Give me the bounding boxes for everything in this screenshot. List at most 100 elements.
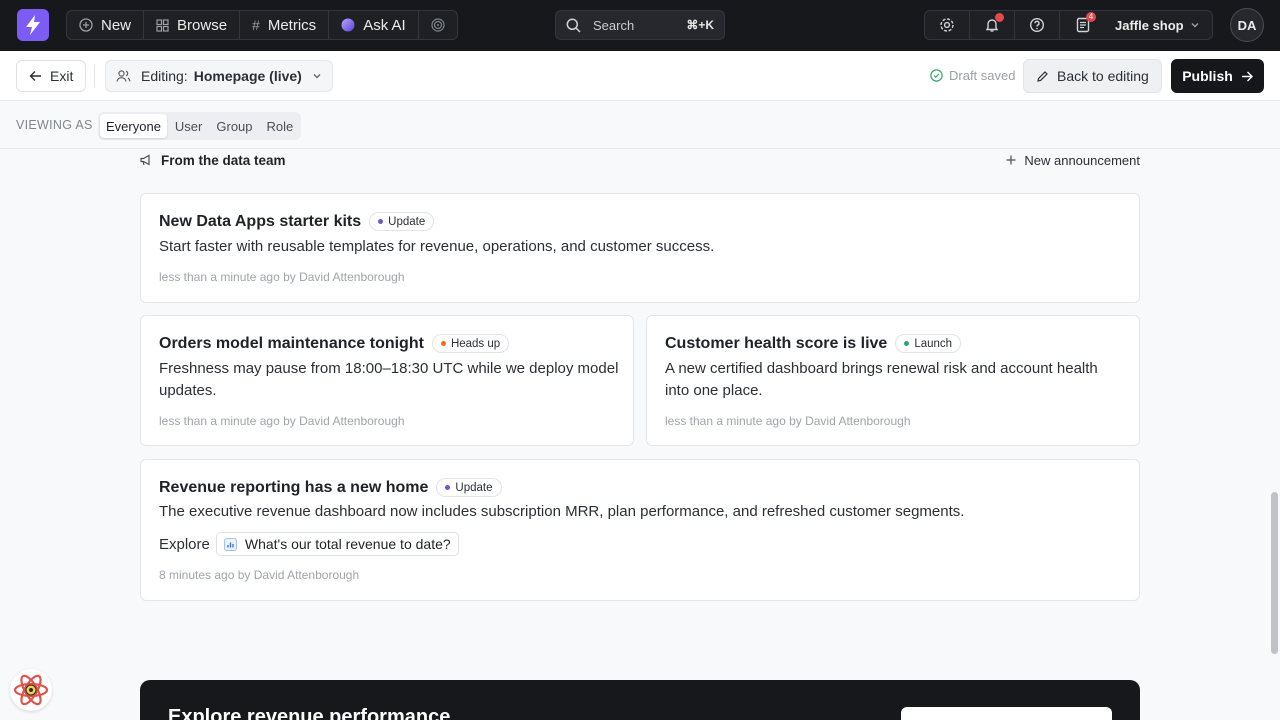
new-label: New	[101, 16, 132, 34]
announcement-card[interactable]: Revenue reporting has a new home Update …	[140, 459, 1140, 601]
viewing-option-role[interactable]: Role	[261, 114, 300, 138]
viewing-as-bar: VIEWING AS Everyone User Group Role	[0, 101, 1280, 149]
announcement-body: Freshness may pause from 18:00–18:30 UTC…	[159, 360, 619, 399]
announcement-tag: Update	[369, 212, 435, 231]
announcement-meta: 8 minutes ago by David Attenborough	[159, 568, 360, 582]
browse-button[interactable]: Browse	[144, 11, 241, 39]
announcement-tag: Launch	[895, 334, 962, 353]
notifications-button[interactable]	[970, 11, 1015, 39]
new-button[interactable]: New	[67, 11, 145, 39]
check-circle-icon	[930, 69, 943, 82]
announcement-header: Orders model maintenance tonight Heads u…	[159, 334, 510, 353]
tag-dot	[440, 341, 446, 346]
react-logo-icon	[12, 671, 50, 709]
explore-banner: Explore revenue performance	[140, 680, 1140, 720]
pencil-icon	[1036, 70, 1049, 83]
plus-circle-icon	[79, 18, 93, 32]
target-icon	[431, 18, 445, 32]
ask-ai-label: Ask AI	[363, 16, 406, 34]
announcements-header: From the data team New announcement	[140, 150, 1140, 170]
avatar[interactable]: DA	[1230, 8, 1264, 42]
search-label: Search	[593, 17, 635, 33]
edit-toolbar: Exit Editing: Homepage (live) Draft save…	[0, 51, 1280, 101]
viewing-option-group[interactable]: Group	[210, 114, 258, 138]
metrics-button[interactable]: # Metrics	[240, 11, 330, 39]
tag-label: Update	[388, 215, 426, 228]
publish-button[interactable]: Publish	[1171, 59, 1264, 93]
announcement-card[interactable]: Customer health score is live Launch A n…	[646, 315, 1140, 446]
arrow-left-icon	[29, 70, 42, 82]
announcement-meta: less than a minute ago by David Attenbor…	[665, 414, 911, 428]
search-shortcut: ⌘+K	[686, 18, 714, 32]
megaphone-icon	[140, 154, 153, 166]
scrollbar-thumb[interactable]	[1271, 492, 1278, 654]
utility-nav: 4 Jaffle shop	[924, 10, 1213, 40]
tag-label: Launch	[914, 337, 953, 350]
announcement-meta: less than a minute ago by David Attenbor…	[159, 270, 405, 284]
help-button[interactable]	[1015, 11, 1060, 39]
plus-icon	[1006, 155, 1016, 165]
chevron-down-icon	[1190, 20, 1200, 30]
ai-orb-icon	[341, 18, 355, 32]
new-announcement-button[interactable]: New announcement	[1006, 153, 1140, 168]
divider	[94, 65, 95, 87]
announcement-header: Revenue reporting has a new home Update	[159, 478, 502, 497]
notification-dot	[995, 13, 1004, 22]
help-icon	[1029, 17, 1045, 33]
explore-row: Explore What's our total revenue to date…	[159, 532, 459, 556]
top-navigation: New Browse # Metrics Ask AI Search ⌘+K 4…	[0, 0, 1280, 51]
announcement-title: New Data Apps starter kits	[159, 212, 362, 230]
chevron-down-icon	[312, 71, 322, 81]
back-to-editing-label: Back to editing	[1057, 68, 1149, 84]
announcement-card[interactable]: Orders model maintenance tonight Heads u…	[140, 315, 634, 446]
hash-icon: #	[252, 17, 260, 33]
tag-dot	[904, 341, 910, 346]
bar-chart-icon	[224, 537, 237, 551]
viewing-option-user[interactable]: User	[169, 114, 208, 138]
announcement-header: New Data Apps starter kits Update	[159, 212, 435, 231]
explore-question: What's our total revenue to date?	[244, 536, 451, 552]
workspace-name: Jaffle shop	[1115, 17, 1184, 33]
workspace-switcher[interactable]: Jaffle shop	[1105, 11, 1212, 39]
announcement-meta: less than a minute ago by David Attenbor…	[159, 414, 405, 428]
logo-icon[interactable]	[17, 9, 49, 41]
exit-label: Exit	[50, 68, 74, 84]
editing-prefix: Editing:	[141, 68, 188, 84]
gear-icon	[939, 17, 955, 33]
viewing-option-everyone[interactable]: Everyone	[100, 114, 167, 138]
new-announcement-label: New announcement	[1024, 152, 1140, 168]
editing-target: Homepage (live)	[193, 68, 302, 84]
audience-selector[interactable]: Editing: Homepage (live)	[105, 60, 333, 92]
announcement-card[interactable]: New Data Apps starter kits Update Start …	[140, 193, 1140, 303]
search-icon	[566, 18, 581, 33]
back-to-editing-button[interactable]: Back to editing	[1023, 59, 1162, 93]
announcement-body: Start faster with reusable templates for…	[159, 238, 715, 255]
banner-button[interactable]	[901, 707, 1112, 720]
tag-label: Heads up	[450, 337, 501, 350]
users-icon	[116, 69, 131, 83]
target-button[interactable]	[419, 11, 457, 39]
search-input[interactable]: Search ⌘+K	[555, 10, 725, 40]
announcement-body: A new certified dashboard brings renewal…	[665, 360, 1098, 399]
publish-label: Publish	[1182, 68, 1233, 84]
announcement-title: Customer health score is live	[665, 334, 888, 352]
tag-dot	[445, 485, 451, 490]
changelog-button[interactable]: 4	[1060, 11, 1105, 39]
react-devtools-button[interactable]	[10, 669, 52, 711]
exit-button[interactable]: Exit	[16, 60, 87, 92]
metrics-label: Metrics	[267, 16, 317, 34]
browse-label: Browse	[177, 16, 228, 34]
viewing-as-label: VIEWING AS	[16, 118, 93, 132]
arrow-right-icon	[1241, 71, 1253, 82]
explore-label: Explore	[159, 535, 210, 553]
explore-question-chip[interactable]: What's our total revenue to date?	[215, 532, 459, 556]
announcement-title: Revenue reporting has a new home	[159, 478, 429, 496]
settings-button[interactable]	[925, 11, 970, 39]
announcement-header: Customer health score is live Launch	[665, 334, 962, 353]
announcement-body: The executive revenue dashboard now incl…	[159, 503, 965, 520]
main-nav: New Browse # Metrics Ask AI	[66, 10, 458, 40]
ask-ai-button[interactable]: Ask AI	[329, 11, 419, 39]
banner-title: Explore revenue performance	[168, 706, 451, 720]
announcement-tag: Update	[436, 478, 502, 497]
draft-status: Draft saved	[930, 68, 1015, 83]
